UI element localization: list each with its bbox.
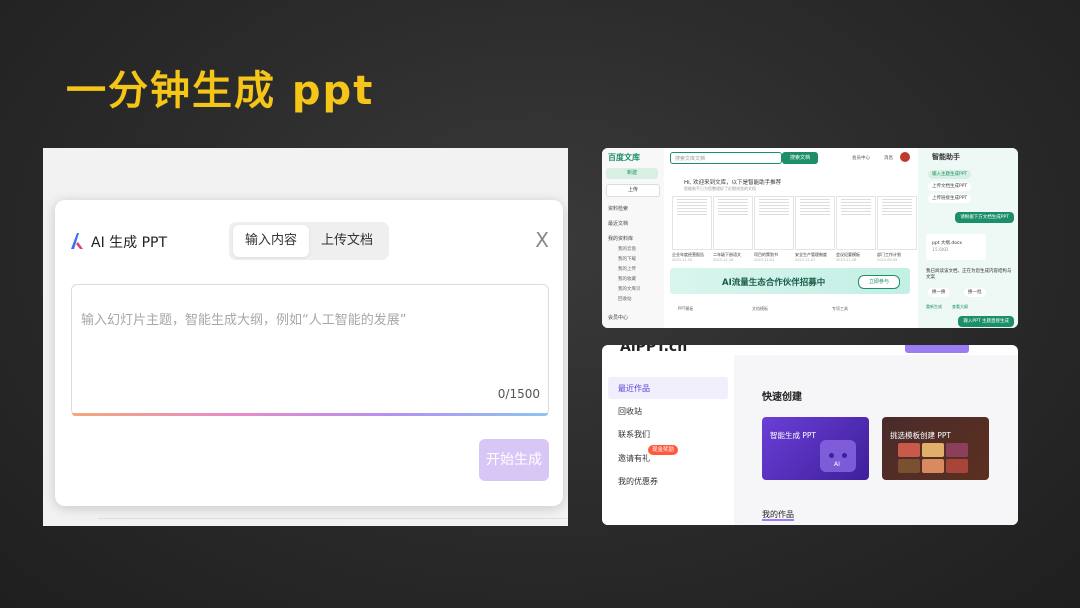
close-icon[interactable]: X <box>535 228 549 252</box>
assistant-suggestion[interactable]: 输入主题生成PPT <box>928 170 972 179</box>
sidebar-item-invite[interactable]: 邀请有礼 <box>618 453 650 464</box>
tab-upload-document[interactable]: 上传文档 <box>309 225 385 257</box>
greeting-title: Hi, 欢迎来到文库，以下是智能助手推荐 <box>684 180 782 186</box>
gradient-underline <box>72 413 548 416</box>
cash-reward-badge: 现金奖励 <box>648 445 679 455</box>
wenku-search-button[interactable]: 搜索文档 <box>782 152 818 164</box>
ai-ppt-panel: AI 生成 PPT 输入内容 上传文档 X 输入幻灯片主题，智能生成大纲，例如“… <box>43 148 568 526</box>
input-mode-tabs: 输入内容 上传文档 <box>229 222 389 260</box>
wenku-search-input[interactable]: 搜索文库文档 <box>670 152 782 164</box>
user-bubble: 输入PPT 主题直接生成 <box>958 316 1014 327</box>
slide-title: 一分钟生成 ppt <box>66 68 375 114</box>
template-create-label: 挑选模板创建 PPT <box>890 431 952 440</box>
doc-thumbnail[interactable] <box>754 196 794 250</box>
sidebar-sub-coins[interactable]: 我的文库贝 <box>618 286 641 292</box>
doc-date: 2023-11-28 <box>836 258 857 262</box>
banner-title: AI流量生态合作伙伴招募中 <box>722 278 826 288</box>
sidebar-item-recent[interactable]: 最近文档 <box>608 220 628 227</box>
assistant-link[interactable]: 查看大纲 <box>952 304 968 310</box>
sidebar-sub-trash[interactable]: 回收站 <box>618 296 632 302</box>
new-button[interactable]: 新建 <box>606 168 658 179</box>
doc-date: 2023-11-18 <box>713 258 734 262</box>
divider <box>98 518 568 519</box>
assistant-suggestion[interactable]: 上传链接生成PPT <box>928 194 972 203</box>
doc-thumbnail[interactable] <box>836 196 876 250</box>
template-thumbnail <box>898 459 920 473</box>
file-size: 15.6KB <box>932 248 949 253</box>
robot-label: AI <box>834 461 840 468</box>
footer-item[interactable]: 专项工具 <box>832 306 848 312</box>
assistant-link[interactable]: 重新生成 <box>926 304 942 310</box>
file-name: ppt 大纲.docx <box>932 241 963 246</box>
top-link-messages[interactable]: 消息 <box>884 155 893 161</box>
doc-thumbnail[interactable] <box>713 196 753 250</box>
doc-thumbnail[interactable] <box>795 196 835 250</box>
prompt-placeholder: 输入幻灯片主题，智能生成大纲，例如“人工智能的发展” <box>81 313 407 328</box>
template-thumbnail <box>946 459 968 473</box>
decorative-fragment <box>562 420 570 470</box>
sidebar-sub-cloud[interactable]: 我的云盘 <box>618 246 636 252</box>
doc-thumbnail[interactable] <box>877 196 917 250</box>
robot-eye <box>842 453 847 458</box>
ai-ppt-dialog: AI 生成 PPT 输入内容 上传文档 X 输入幻灯片主题，智能生成大纲，例如“… <box>55 200 563 506</box>
template-thumbnail <box>922 443 944 457</box>
sidebar-sub-favorites[interactable]: 我的收藏 <box>618 276 636 282</box>
sidebar-item-vip[interactable]: 会员中心 <box>608 314 628 321</box>
sidebar-item-trash[interactable]: 回收站 <box>618 406 642 417</box>
my-works-underline <box>762 519 794 521</box>
smart-generate-label: 智能生成 PPT <box>770 431 817 440</box>
tab-input-content[interactable]: 输入内容 <box>233 225 309 257</box>
user-bubble: 请根据下方文档生成PPT <box>955 212 1014 223</box>
char-counter: 0/1500 <box>497 387 540 401</box>
aippt-screenshot: AiPPT.cn 最近作品 回收站 联系我们 邀请有礼 现金奖励 我的优惠券 快… <box>602 345 1018 525</box>
doc-date: 2023-12-07 <box>795 258 816 262</box>
start-generate-button[interactable]: 开始生成 <box>479 439 549 481</box>
ai-logo-icon <box>71 233 83 249</box>
assistant-panel: 智能助手 输入主题生成PPT 上传文档生成PPT 上传链接生成PPT 请根据下方… <box>918 148 1018 328</box>
template-thumbnail <box>946 443 968 457</box>
wenku-sidebar: 百度文库 新建 上传 资料检索 最近文档 我的资料库 我的云盘 我的下载 我的上… <box>602 148 664 328</box>
assistant-message: 我已阅读该文档，正在为您生成内容结构与文案 <box>926 269 1012 280</box>
assistant-action[interactable]: 换一批 <box>964 288 986 297</box>
partner-banner[interactable]: AI流量生态合作伙伴招募中 立即参与 <box>670 268 910 294</box>
file-card[interactable] <box>926 234 986 260</box>
upload-button[interactable]: 上传 <box>606 184 660 197</box>
doc-date: 2023-11-20 <box>672 258 693 262</box>
dialog-title: AI 生成 PPT <box>91 235 168 251</box>
sidebar-sub-downloads[interactable]: 我的下载 <box>618 256 636 262</box>
sidebar-item-search[interactable]: 资料检索 <box>608 205 628 212</box>
aippt-logo: AiPPT.cn <box>620 345 688 355</box>
doc-date: 2023-12-01 <box>754 258 775 262</box>
top-link-vip[interactable]: 会员中心 <box>852 155 870 161</box>
assistant-title: 智能助手 <box>932 153 960 161</box>
banner-join-button[interactable]: 立即参与 <box>858 275 900 289</box>
assistant-suggestion[interactable]: 上传文档生成PPT <box>928 182 972 191</box>
sidebar-item-recent-works[interactable]: 最近作品 <box>618 383 650 394</box>
aippt-sidebar: 最近作品 回收站 联系我们 邀请有礼 现金奖励 我的优惠券 <box>602 355 734 525</box>
greeting-subtitle: 智能助手已为您整理好了近期浏览的文档 <box>684 186 756 191</box>
avatar[interactable] <box>900 152 910 162</box>
robot-eye <box>829 453 834 458</box>
quick-create-heading: 快速创建 <box>762 392 802 403</box>
sidebar-sub-uploads[interactable]: 我的上传 <box>618 266 636 272</box>
doc-date: 2023-09-05 <box>877 258 898 262</box>
prompt-input[interactable]: 输入幻灯片主题，智能生成大纲，例如“人工智能的发展” 0/1500 <box>71 284 549 416</box>
wenku-logo: 百度文库 <box>608 153 640 162</box>
top-upgrade-button[interactable] <box>905 345 969 353</box>
template-thumbnail <box>898 443 920 457</box>
wenku-screenshot: 百度文库 新建 上传 资料检索 最近文档 我的资料库 我的云盘 我的下载 我的上… <box>602 148 1018 328</box>
sidebar-item-contact[interactable]: 联系我们 <box>618 429 650 440</box>
sidebar-item-library[interactable]: 我的资料库 <box>608 235 633 242</box>
doc-thumbnail[interactable] <box>672 196 712 250</box>
assistant-action[interactable]: 换一换 <box>928 288 950 297</box>
footer-item[interactable]: 文档模板 <box>752 306 768 312</box>
sidebar-item-coupons[interactable]: 我的优惠券 <box>618 476 658 487</box>
footer-item[interactable]: PPT模板 <box>678 306 693 312</box>
template-thumbnail <box>922 459 944 473</box>
